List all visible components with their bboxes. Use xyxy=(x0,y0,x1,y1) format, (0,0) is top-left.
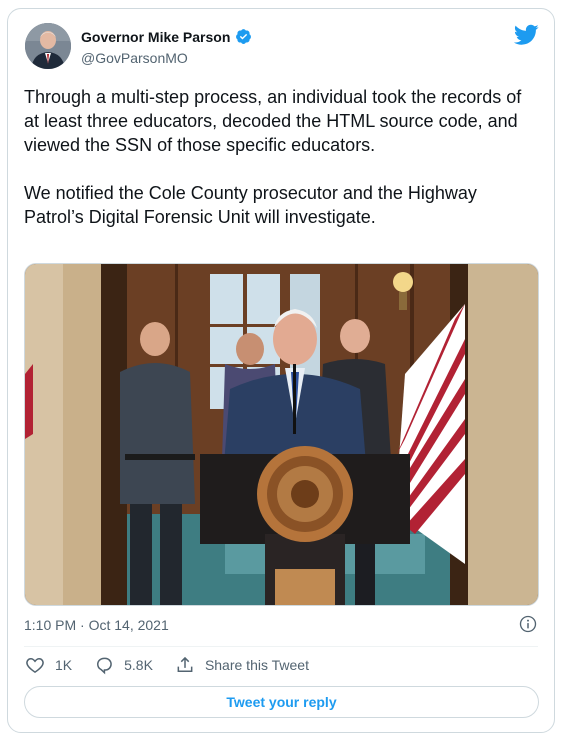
tweet-your-reply-button[interactable]: Tweet your reply xyxy=(24,686,539,718)
twitter-bird-icon[interactable] xyxy=(514,24,539,46)
share-label: Share this Tweet xyxy=(204,657,309,673)
author-name[interactable]: Governor Mike Parson xyxy=(81,29,230,45)
share-icon xyxy=(177,656,193,672)
author-handle[interactable]: @GovParsonMO xyxy=(81,50,188,66)
heart-icon xyxy=(26,657,44,673)
action-bar: 1K 5.8K Share this Tweet xyxy=(25,655,331,675)
share-button[interactable]: Share this Tweet xyxy=(175,655,309,675)
verified-badge-icon xyxy=(236,29,252,44)
divider xyxy=(24,646,538,647)
like-count: 1K xyxy=(55,657,73,673)
reply-button[interactable]: 5.8K xyxy=(94,655,153,675)
tweet-text: Through a multi-step process, an individ… xyxy=(24,85,539,229)
tweet-card: Governor Mike Parson @GovParsonMO Throug… xyxy=(7,8,555,733)
tweet-photo[interactable] xyxy=(24,263,539,606)
tweet-paragraph-2: We notified the Cole County prosecutor a… xyxy=(24,183,477,227)
tweet-timestamp[interactable]: 1:10 PM · Oct 14, 2021 xyxy=(24,617,169,633)
reply-bubble-icon xyxy=(97,657,112,675)
like-button[interactable]: 1K xyxy=(25,655,72,675)
tweet-paragraph-1: Through a multi-step process, an individ… xyxy=(24,87,522,155)
avatar[interactable] xyxy=(25,23,71,69)
reply-count: 5.8K xyxy=(124,657,153,673)
author-name-row[interactable]: Governor Mike Parson xyxy=(81,28,252,45)
info-icon[interactable] xyxy=(519,615,537,633)
